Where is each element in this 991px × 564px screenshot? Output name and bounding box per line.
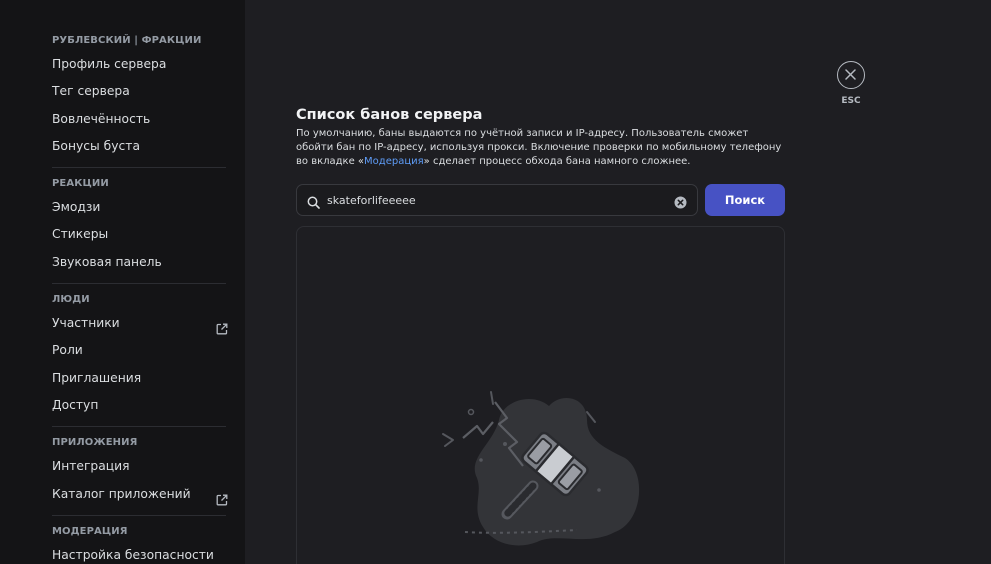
sidebar-item[interactable]: Стикеры <box>44 221 234 248</box>
sidebar-section-header: РУБЛЕВСКИЙ | ФРАКЦИИ <box>52 35 202 46</box>
sidebar-section-header: ПРИЛОЖЕНИЯ <box>52 437 138 449</box>
sidebar-item[interactable]: Тег сервера <box>44 78 234 105</box>
sidebar-divider <box>52 283 226 285</box>
sidebar-item-label: Участники <box>52 316 120 331</box>
sidebar-item[interactable]: Профиль сервера <box>44 51 234 78</box>
sidebar-item-label: Эмодзи <box>52 200 101 215</box>
sidebar-section-header: ЛЮДИ <box>52 294 90 306</box>
sidebar-item-label: Стикеры <box>52 227 109 242</box>
search-row: Поиск <box>296 184 785 216</box>
sidebar-item[interactable]: Роли <box>44 337 234 364</box>
search-box <box>296 184 698 216</box>
sidebar-item-label: Доступ <box>52 397 99 412</box>
search-input[interactable] <box>327 185 667 215</box>
description-text-end: » сделает процесс обхода бана намного сл… <box>423 156 691 167</box>
search-icon <box>307 194 320 209</box>
sidebar-item-label: Профиль сервера <box>52 57 167 71</box>
sidebar-item[interactable]: Звуковая панель <box>44 249 234 276</box>
external-link-icon <box>216 318 228 335</box>
ban-list-panel: Список банов сервера По умолчанию, баны … <box>296 106 785 564</box>
sidebar-item-label: Настройка безопасности <box>52 547 214 562</box>
sidebar-divider <box>52 426 226 428</box>
moderation-link[interactable]: Модерация <box>364 156 424 167</box>
sidebar-item-label: Роли <box>52 343 83 358</box>
sidebar-item[interactable]: Приглашения <box>44 365 234 392</box>
sidebar-divider <box>52 167 226 169</box>
ban-hammer-illustration <box>437 382 647 552</box>
sidebar-item-label: Приглашения <box>52 370 142 385</box>
main-content: Список банов сервера По умолчанию, баны … <box>245 0 991 564</box>
page-description: По умолчанию, баны выдаются по учётной з… <box>296 127 785 169</box>
sidebar-item-label: Звуковая панель <box>52 254 162 269</box>
sidebar-section-header: РЕАКЦИИ <box>52 178 109 190</box>
close-button[interactable] <box>837 61 865 89</box>
sidebar-item[interactable]: Настройка безопасности <box>44 542 234 564</box>
close-settings: ESC <box>837 61 865 106</box>
clear-search-icon[interactable] <box>674 194 687 209</box>
sidebar-item-label: Бонусы буста <box>52 138 140 153</box>
sidebar-item-label: Каталог приложений <box>52 486 191 501</box>
sidebar-item[interactable]: Эмодзи <box>44 194 234 221</box>
sidebar-item[interactable]: Интеграция <box>44 453 234 480</box>
sidebar-divider <box>52 514 226 516</box>
page-title: Список банов сервера <box>296 107 483 123</box>
sidebar-item[interactable]: Доступ <box>44 392 234 419</box>
sidebar-item[interactable]: Бонусы буста <box>44 133 234 160</box>
ban-results-area <box>296 226 785 564</box>
esc-label: ESC <box>841 96 861 106</box>
sidebar-section-header: МОДЕРАЦИЯ <box>52 525 128 537</box>
settings-sidebar: РУБЛЕВСКИЙ | ФРАКЦИИ Профиль сервера Тег с… <box>0 0 245 564</box>
sidebar-item-label: Вовлечённость <box>52 111 151 126</box>
search-button[interactable]: Поиск <box>705 184 785 216</box>
sidebar-item-label: Интеграция <box>52 459 130 474</box>
close-icon <box>845 69 856 80</box>
external-link-icon <box>216 489 228 506</box>
sidebar-item[interactable]: Участники <box>44 310 234 337</box>
sidebar-item-label: Тег сервера <box>52 84 130 99</box>
sidebar-item[interactable]: Вовлечённость <box>44 106 234 133</box>
sidebar-nav: РУБЛЕВСКИЙ | ФРАКЦИИ Профиль сервера Тег с… <box>44 34 234 564</box>
sidebar-item[interactable]: Каталог приложений <box>44 481 234 508</box>
